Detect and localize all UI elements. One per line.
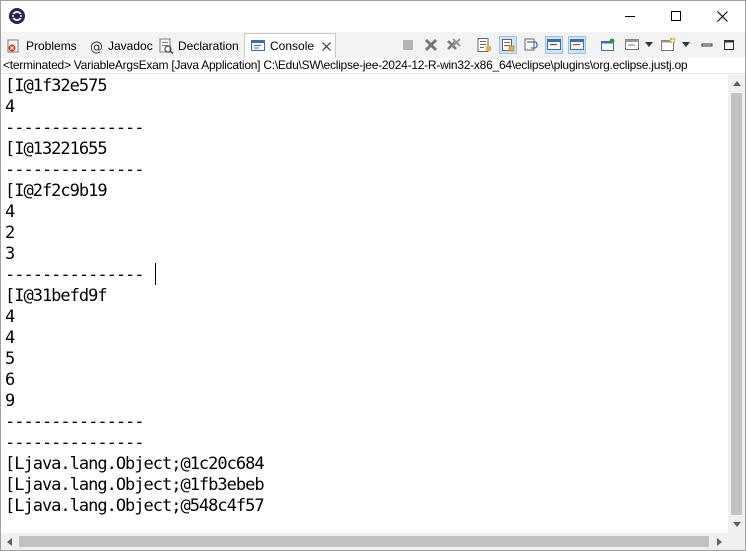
console-line: [Ljava.lang.Object;@548c4f57 [5,496,265,516]
display-selected-console-icon[interactable] [623,36,641,54]
console-line: [Ljava.lang.Object;@1fb3ebeb [5,475,265,495]
tab-problems[interactable]: Problems [6,34,77,58]
console-line: --------------- [5,265,145,285]
title-bar [1,1,745,31]
console-line: 4 [5,328,15,348]
scroll-up-icon[interactable] [728,75,745,92]
tab-declaration[interactable]: Declaration [158,34,239,58]
eclipse-icon [8,7,26,25]
scroll-down-icon[interactable] [728,516,745,533]
close-icon [716,10,728,22]
show-on-stdout-icon[interactable] [545,36,563,54]
minimize-view-icon[interactable] [698,36,716,54]
open-console-dropdown-icon[interactable] [680,36,692,54]
console-line: 9 [5,391,15,411]
tab-console[interactable]: Console [244,33,336,58]
close-tab-icon[interactable] [321,41,331,51]
scroll-lock-icon[interactable] [499,36,517,54]
javadoc-at-icon: @ [88,38,104,54]
console-line: --------------- [5,412,145,432]
tab-problems-label: Problems [26,39,77,53]
horizontal-scrollbar[interactable] [1,533,728,550]
console-line: [I@1f32e575 [5,76,108,96]
horizontal-scroll-thumb[interactable] [19,536,709,547]
vertical-scrollbar[interactable] [728,75,745,533]
open-console-icon[interactable] [659,36,677,54]
console-line: [I@31befd9f [5,286,108,306]
console-line: --------------- [5,118,145,138]
tab-console-label: Console [270,39,315,53]
console-line: 4 [5,307,15,327]
tab-javadoc-label: Javadoc [108,39,153,53]
scrollbar-corner [728,533,745,550]
scroll-right-icon[interactable] [711,533,728,550]
scroll-left-icon[interactable] [1,533,18,550]
console-line: 4 [5,202,15,222]
console-line: 2 [5,223,15,243]
console-line: 6 [5,370,15,390]
tab-declaration-label: Declaration [178,39,239,53]
vertical-scroll-thumb[interactable] [731,93,742,515]
console-line: [I@2f2c9b19 [5,181,108,201]
remove-launch-icon[interactable] [422,36,440,54]
minimize-button[interactable] [607,1,653,31]
remove-all-terminated-icon[interactable] [445,36,463,54]
console-icon [250,38,266,54]
maximize-icon [671,11,681,21]
terminate-icon[interactable] [399,36,417,54]
tab-javadoc[interactable]: @ Javadoc [88,34,153,58]
console-line: [Ljava.lang.Object;@1c20c684 [5,454,265,474]
word-wrap-icon[interactable] [522,36,540,54]
declaration-icon [158,38,174,54]
console-line: 3 [5,244,15,264]
pin-console-icon[interactable] [599,36,617,54]
show-on-stderr-icon[interactable] [568,36,586,54]
eclipse-console-window: Problems @ Javadoc Declaration Console <… [0,0,746,551]
console-line: --------------- [5,433,145,453]
clear-console-icon[interactable] [475,36,493,54]
console-line: [I@13221655 [5,139,108,159]
close-window-button[interactable] [699,1,745,31]
minimize-icon [625,16,635,17]
maximize-button[interactable] [653,1,699,31]
console-line: 4 [5,97,15,117]
problems-icon [6,38,22,54]
svg-text:@: @ [90,40,103,54]
console-line: --------------- [5,160,145,180]
maximize-view-icon[interactable] [720,36,738,54]
console-output[interactable]: [I@1f32e575 4 --------------- [I@1322165… [1,75,728,533]
launch-status-line: <terminated> VariableArgsExam [Java Appl… [1,58,745,74]
text-caret [155,263,156,285]
display-console-dropdown-icon[interactable] [643,36,655,54]
console-line: 5 [5,349,15,369]
